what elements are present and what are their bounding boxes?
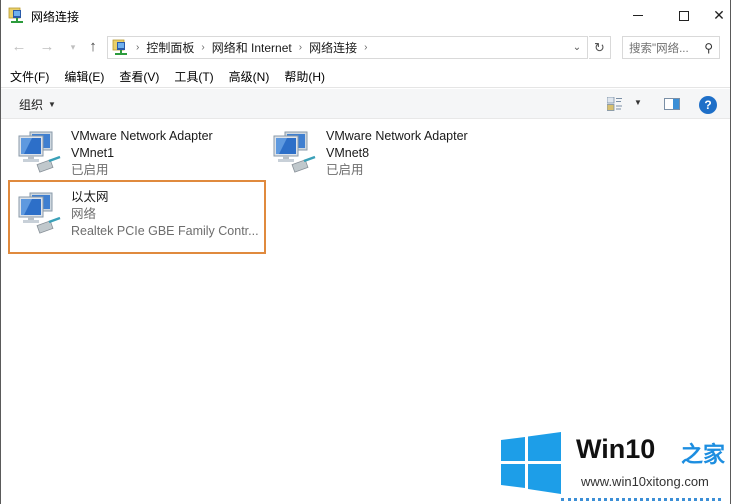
view-options-dropdown[interactable]: ▼: [634, 98, 642, 107]
navigation-bar: ← → ▾ ↑ › 控制面板 › 网络和 Internet › 网络连接 › ⌄…: [1, 33, 730, 61]
breadcrumb-separator-icon[interactable]: ›: [136, 42, 139, 53]
preview-pane-right: [673, 99, 679, 109]
command-bar: 组织 ▼ ▼ ?: [1, 89, 730, 119]
window-title: 网络连接: [31, 10, 80, 24]
chevron-down-icon: ⌄: [572, 42, 582, 53]
network-adapter-icon: [18, 131, 61, 173]
refresh-button[interactable]: ↻: [589, 36, 611, 59]
search-placeholder: 搜索"网络...: [629, 42, 689, 55]
maximize-icon: [679, 10, 689, 21]
menu-tools[interactable]: 工具(T): [174, 68, 213, 85]
windows-logo-icon: [501, 432, 561, 494]
chevron-down-icon: ▾: [70, 42, 76, 52]
breadcrumb-control-panel[interactable]: 控制面板: [146, 39, 194, 56]
network-connections-window: 网络连接 ✕ ← → ▾ ↑ › 控制面板 › 网络和 Internet › 网…: [0, 0, 731, 504]
menu-help[interactable]: 帮助(H): [284, 68, 325, 85]
refresh-icon: ↻: [594, 40, 605, 55]
connection-item-vmnet8[interactable]: VMware Network Adapter VMnet8 已启用: [271, 128, 511, 188]
breadcrumb-network-internet[interactable]: 网络和 Internet: [212, 39, 292, 56]
arrow-right-icon: →: [39, 38, 55, 55]
search-input[interactable]: 搜索"网络... ⚲: [622, 36, 720, 59]
connection-name: VMware Network Adapter: [326, 129, 468, 143]
connection-device: VMnet1: [71, 146, 115, 160]
help-icon[interactable]: ?: [699, 96, 717, 114]
menu-view[interactable]: 查看(V): [119, 68, 159, 85]
menu-advanced[interactable]: 高级(N): [229, 68, 270, 85]
watermark-underline: [561, 498, 721, 501]
maximize-button[interactable]: [661, 0, 707, 31]
address-bar[interactable]: › 控制面板 › 网络和 Internet › 网络连接 › ⌄: [107, 36, 588, 59]
menu-edit[interactable]: 编辑(E): [64, 68, 104, 85]
close-icon: ✕: [713, 7, 725, 23]
caret-down-icon: ▼: [48, 100, 56, 109]
close-button[interactable]: ✕: [707, 0, 731, 31]
breadcrumb-separator-icon[interactable]: ›: [299, 42, 302, 53]
network-adapter-icon: [273, 131, 316, 173]
control-panel-icon: [112, 39, 127, 55]
title-bar: 网络连接 ✕: [1, 0, 730, 31]
watermark-brand: Win10: [576, 434, 656, 464]
connection-name: 以太网: [71, 190, 109, 204]
arrow-up-icon: ↑: [89, 38, 97, 55]
connection-device: VMnet8: [326, 146, 370, 160]
minimize-icon: [633, 15, 643, 16]
connection-name: VMware Network Adapter: [71, 129, 213, 143]
organize-button[interactable]: 组织 ▼: [19, 96, 56, 113]
minimize-button[interactable]: [615, 0, 661, 31]
watermark-url: www.win10xitong.com: [581, 474, 709, 489]
change-view-icon[interactable]: [607, 97, 622, 111]
connection-item-ethernet[interactable]: 以太网 网络 Realtek PCIe GBE Family Contr...: [16, 189, 266, 249]
recent-locations-button[interactable]: ▾: [63, 36, 83, 58]
breadcrumb-separator-icon[interactable]: ›: [201, 42, 204, 53]
breadcrumb-separator-icon[interactable]: ›: [364, 42, 367, 53]
breadcrumb-network-connections[interactable]: 网络连接: [309, 39, 357, 56]
network-adapter-icon: [18, 192, 61, 234]
connection-device: Realtek PCIe GBE Family Contr...: [71, 224, 259, 238]
back-button[interactable]: ←: [9, 36, 29, 58]
connection-item-vmnet1[interactable]: VMware Network Adapter VMnet1 已启用: [16, 128, 256, 188]
menu-bar: 文件(F) 编辑(E) 查看(V) 工具(T) 高级(N) 帮助(H): [1, 66, 730, 88]
connection-network: 网络: [71, 207, 97, 221]
address-history-dropdown[interactable]: ⌄: [567, 37, 587, 58]
network-connections-icon: [8, 7, 23, 23]
watermark-brand-cn: 之家: [681, 442, 726, 467]
connection-status: 已启用: [71, 163, 109, 177]
connection-status: 已启用: [326, 163, 364, 177]
menu-file[interactable]: 文件(F): [10, 68, 49, 85]
up-button[interactable]: ↑: [83, 36, 103, 58]
watermark: Win10 之家 www.win10xitong.com: [501, 432, 731, 504]
arrow-left-icon: ←: [11, 38, 27, 55]
forward-button[interactable]: →: [37, 36, 57, 58]
organize-label: 组织: [19, 98, 44, 112]
search-icon[interactable]: ⚲: [704, 41, 713, 55]
preview-pane-icon[interactable]: [664, 98, 680, 110]
